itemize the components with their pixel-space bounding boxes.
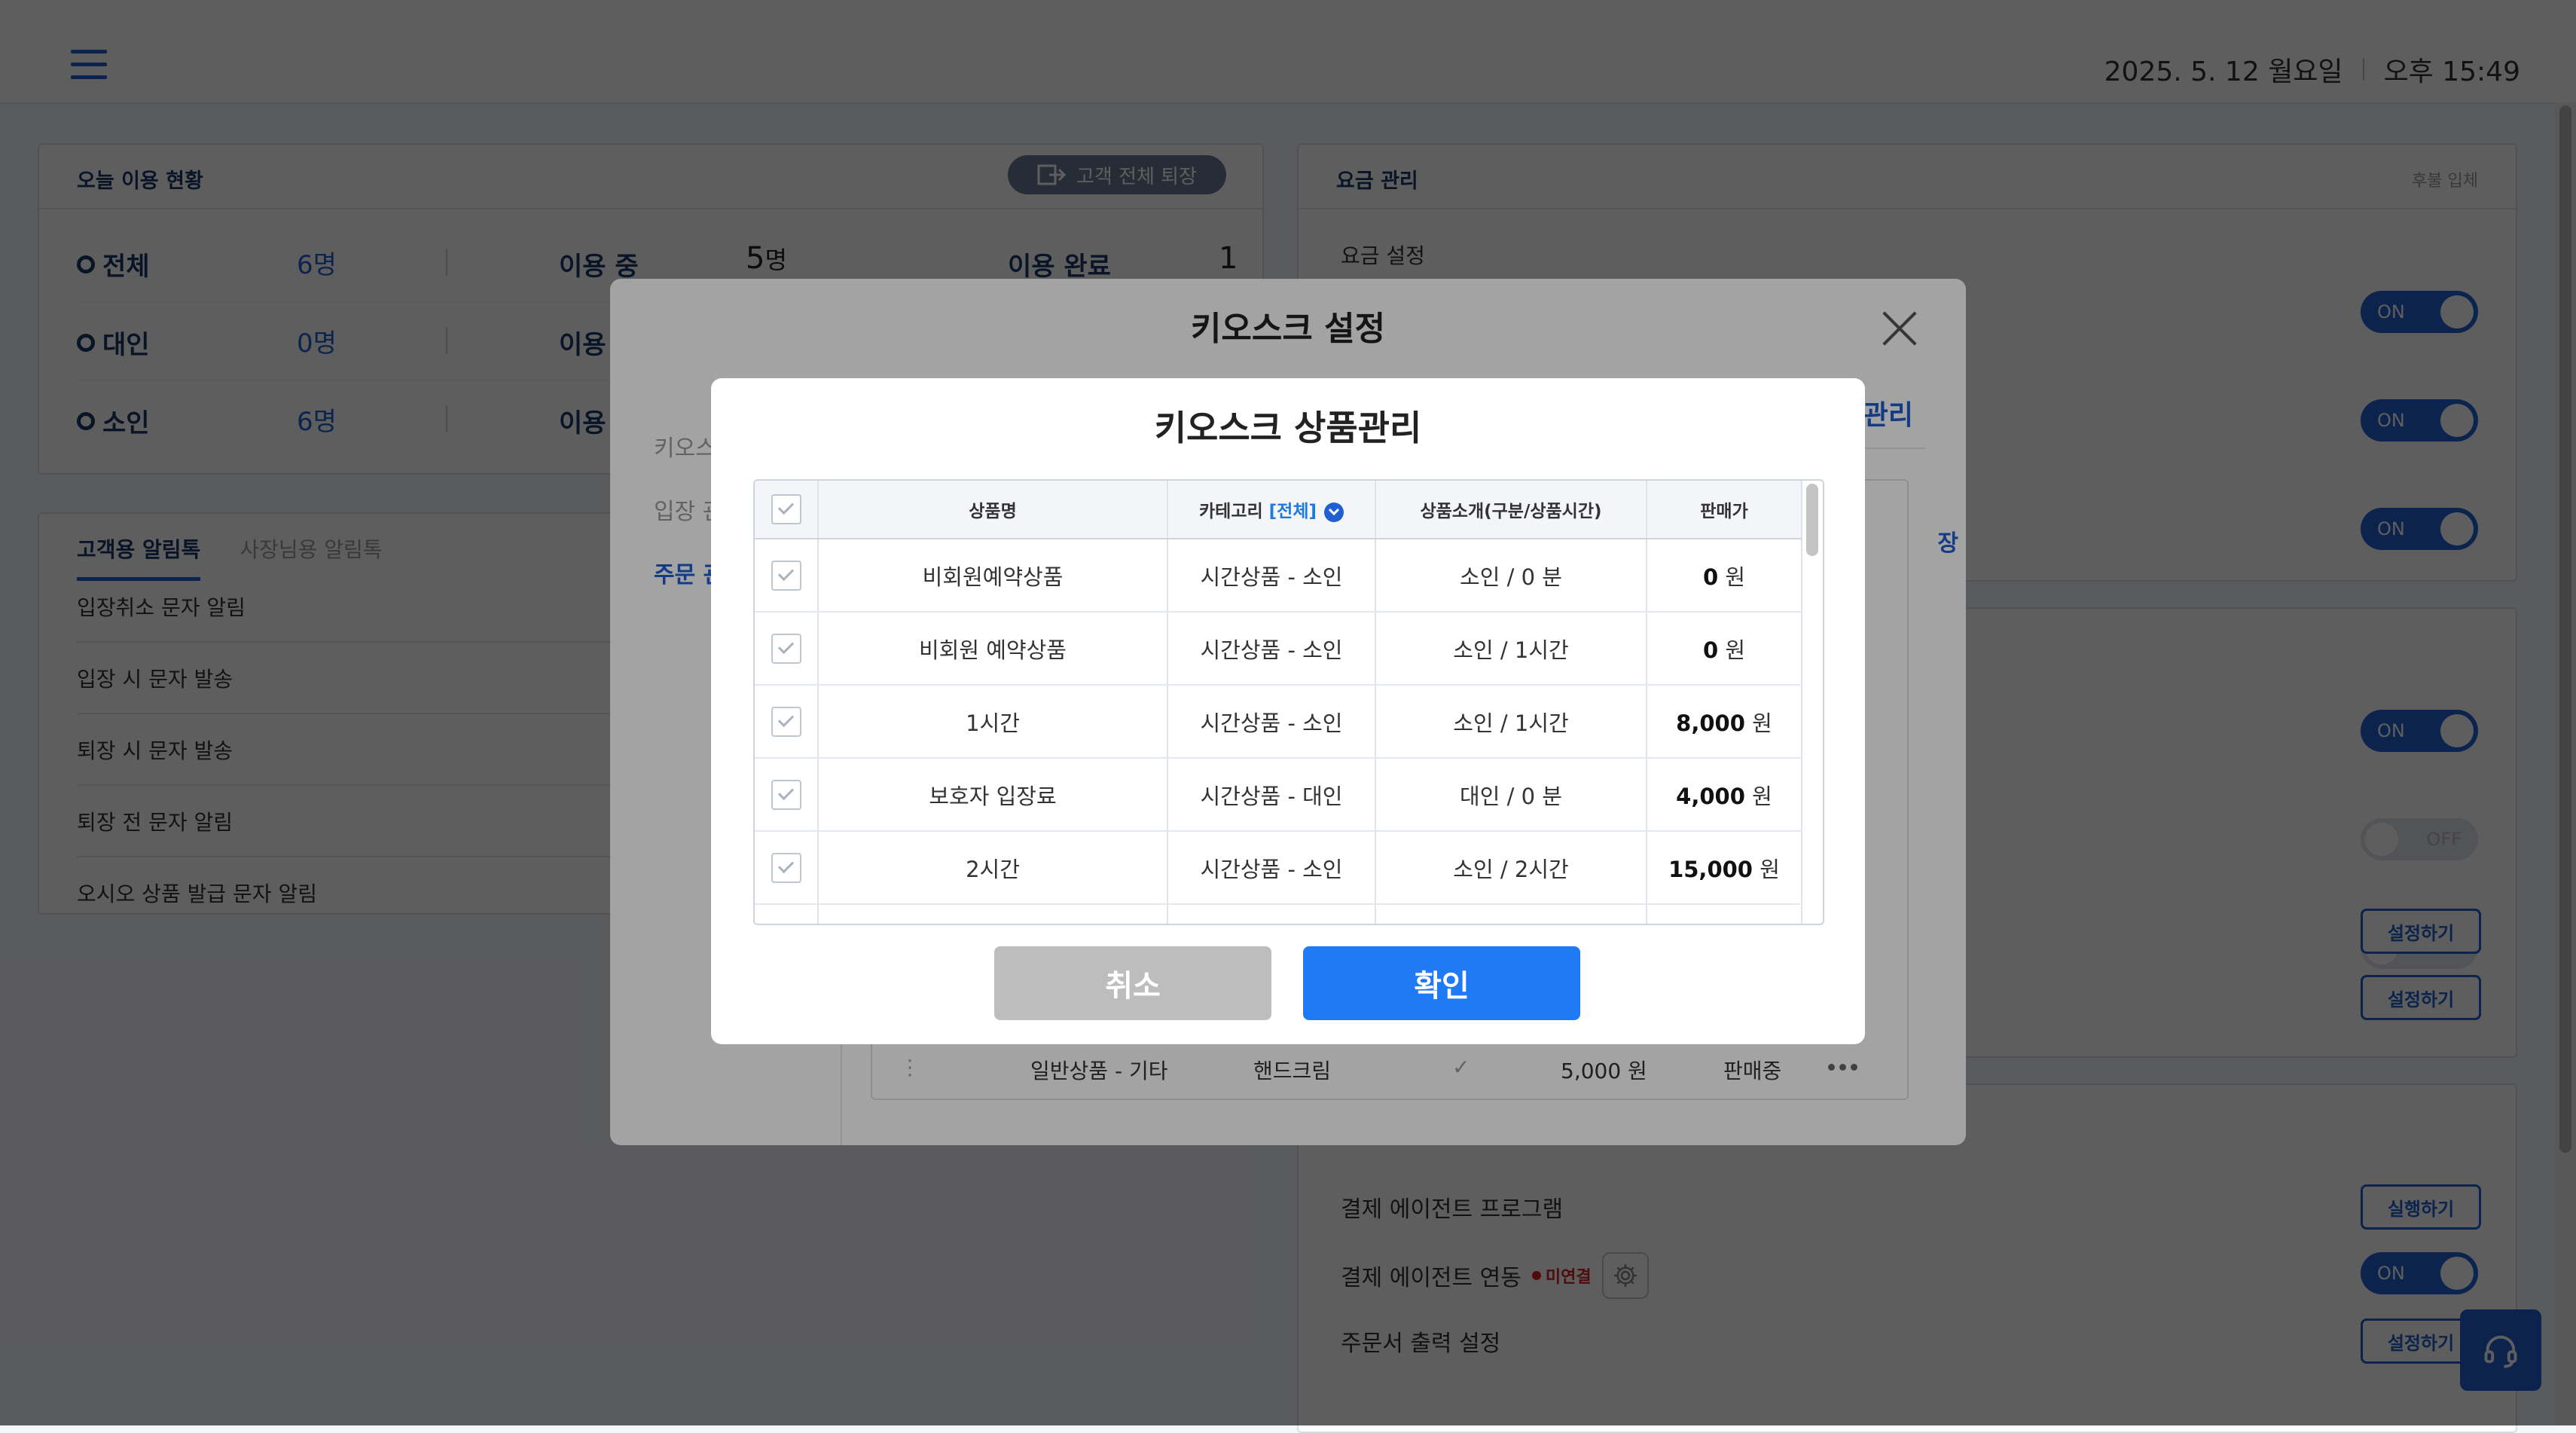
product-price: 0 원	[1647, 612, 1802, 686]
select-all-checkbox[interactable]	[755, 481, 819, 539]
product-management-modal: 키오스크 상품관리 상품명 카테고리 [전체] 상품소개(구분/상품시간) 판매…	[711, 378, 1865, 1044]
cancel-button[interactable]: 취소	[994, 946, 1271, 1020]
product-name: 1시간	[818, 685, 1168, 759]
column-name: 상품명	[818, 481, 1168, 539]
row-checkbox[interactable]	[755, 758, 819, 832]
table-row	[755, 904, 1802, 924]
product-category: 시간상품 - 대인	[1167, 758, 1376, 832]
product-name: 2시간	[818, 831, 1168, 905]
product-intro: 소인 / 2시간	[1375, 831, 1647, 905]
product-table: 상품명 카테고리 [전체] 상품소개(구분/상품시간) 판매가 비회원예약상품 …	[753, 479, 1824, 925]
row-checkbox[interactable]	[755, 831, 819, 905]
product-category: 시간상품 - 소인	[1167, 831, 1376, 905]
product-category: 시간상품 - 소인	[1167, 612, 1376, 686]
row-checkbox[interactable]	[755, 904, 819, 924]
table-row: 비회원예약상품 시간상품 - 소인 소인 / 0 분 0 원	[755, 539, 1802, 613]
table-header-row: 상품명 카테고리 [전체] 상품소개(구분/상품시간) 판매가	[755, 481, 1802, 539]
product-category: 시간상품 - 소인	[1167, 539, 1376, 613]
modal-title: 키오스크 상품관리	[1154, 408, 1422, 448]
product-intro: 소인 / 1시간	[1375, 612, 1647, 686]
row-checkbox[interactable]	[755, 685, 819, 759]
product-name: 비회원예약상품	[818, 539, 1168, 613]
product-intro: 소인 / 1시간	[1375, 685, 1647, 759]
table-row: 비회원 예약상품 시간상품 - 소인 소인 / 1시간 0 원	[755, 612, 1802, 686]
row-checkbox[interactable]	[755, 539, 819, 613]
chevron-down-icon[interactable]	[1324, 502, 1344, 522]
row-checkbox[interactable]	[755, 612, 819, 686]
product-price: 0 원	[1647, 539, 1802, 613]
product-name: 비회원 예약상품	[818, 612, 1168, 686]
table-row: 2시간 시간상품 - 소인 소인 / 2시간 15,000 원	[755, 831, 1802, 905]
column-price: 판매가	[1647, 481, 1802, 539]
product-intro: 소인 / 0 분	[1375, 539, 1647, 613]
table-row: 1시간 시간상품 - 소인 소인 / 1시간 8,000 원	[755, 685, 1802, 759]
product-name: 보호자 입장료	[818, 758, 1168, 832]
product-intro: 대인 / 0 분	[1375, 758, 1647, 832]
column-intro: 상품소개(구분/상품시간)	[1375, 481, 1647, 539]
product-category: 시간상품 - 소인	[1167, 685, 1376, 759]
product-price: 8,000 원	[1647, 685, 1802, 759]
table-row: 보호자 입장료 시간상품 - 대인 대인 / 0 분 4,000 원	[755, 758, 1802, 832]
product-price: 4,000 원	[1647, 758, 1802, 832]
confirm-button[interactable]: 확인	[1303, 946, 1580, 1020]
column-category[interactable]: 카테고리 [전체]	[1167, 481, 1376, 539]
table-scrollbar[interactable]	[1806, 484, 1820, 919]
product-price: 15,000 원	[1647, 831, 1802, 905]
